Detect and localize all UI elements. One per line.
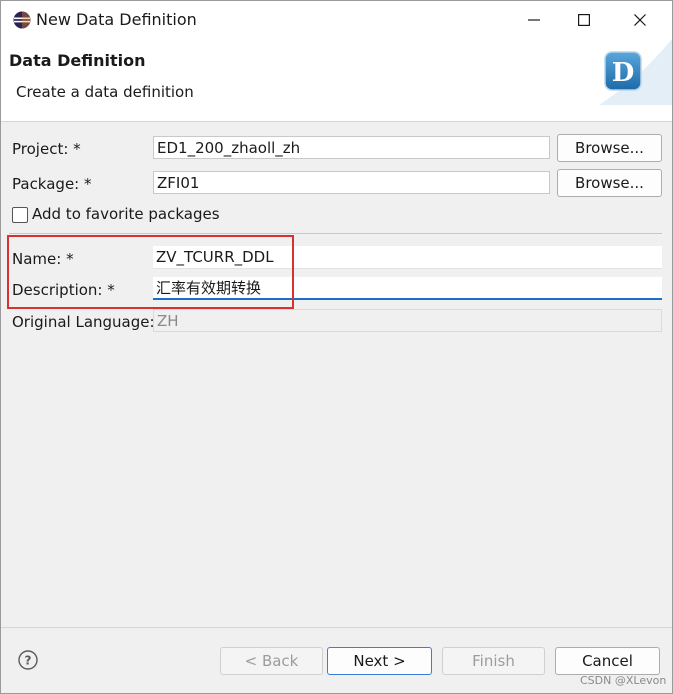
data-definition-icon: D (604, 51, 642, 91)
cancel-button[interactable]: Cancel (555, 647, 660, 675)
close-button[interactable] (617, 1, 663, 39)
help-icon[interactable]: ? (18, 650, 38, 670)
banner-subtitle: Create a data definition (16, 83, 194, 101)
title-bar: New Data Definition (1, 1, 672, 39)
eclipse-app-icon (13, 11, 31, 29)
project-label: Project: * (12, 140, 81, 158)
package-label: Package: * (12, 175, 92, 193)
new-data-definition-dialog: New Data Definition Data Definition Crea… (0, 0, 673, 694)
project-input[interactable] (153, 136, 550, 159)
maximize-icon (578, 14, 590, 26)
package-input[interactable] (153, 171, 550, 194)
finish-button[interactable]: Finish (442, 647, 545, 675)
window-title: New Data Definition (36, 10, 197, 29)
minimize-icon (528, 19, 540, 21)
separator (9, 233, 662, 234)
original-language-input (153, 309, 662, 332)
add-to-favorites-checkbox[interactable] (12, 207, 28, 223)
next-button[interactable]: Next > (327, 647, 432, 675)
close-icon (634, 14, 646, 26)
back-button[interactable]: < Back (220, 647, 323, 675)
original-language-label: Original Language: (12, 313, 155, 331)
maximize-button[interactable] (561, 1, 607, 39)
watermark-text: CSDN @XLevon (580, 674, 667, 687)
banner-title: Data Definition (9, 51, 146, 70)
annotation-highlight-box (7, 235, 294, 309)
wizard-banner: Data Definition Create a data definition… (1, 39, 672, 122)
form-area: Project: * Browse... Package: * Browse..… (1, 122, 672, 627)
wizard-footer: ? < Back Next > Finish Cancel CSDN @XLev… (1, 627, 672, 693)
minimize-button[interactable] (511, 1, 557, 39)
package-browse-button[interactable]: Browse... (557, 169, 662, 197)
svg-text:?: ? (25, 654, 32, 668)
add-to-favorites-label: Add to favorite packages (32, 205, 220, 223)
data-definition-icon-letter: D (612, 58, 635, 88)
project-browse-button[interactable]: Browse... (557, 134, 662, 162)
